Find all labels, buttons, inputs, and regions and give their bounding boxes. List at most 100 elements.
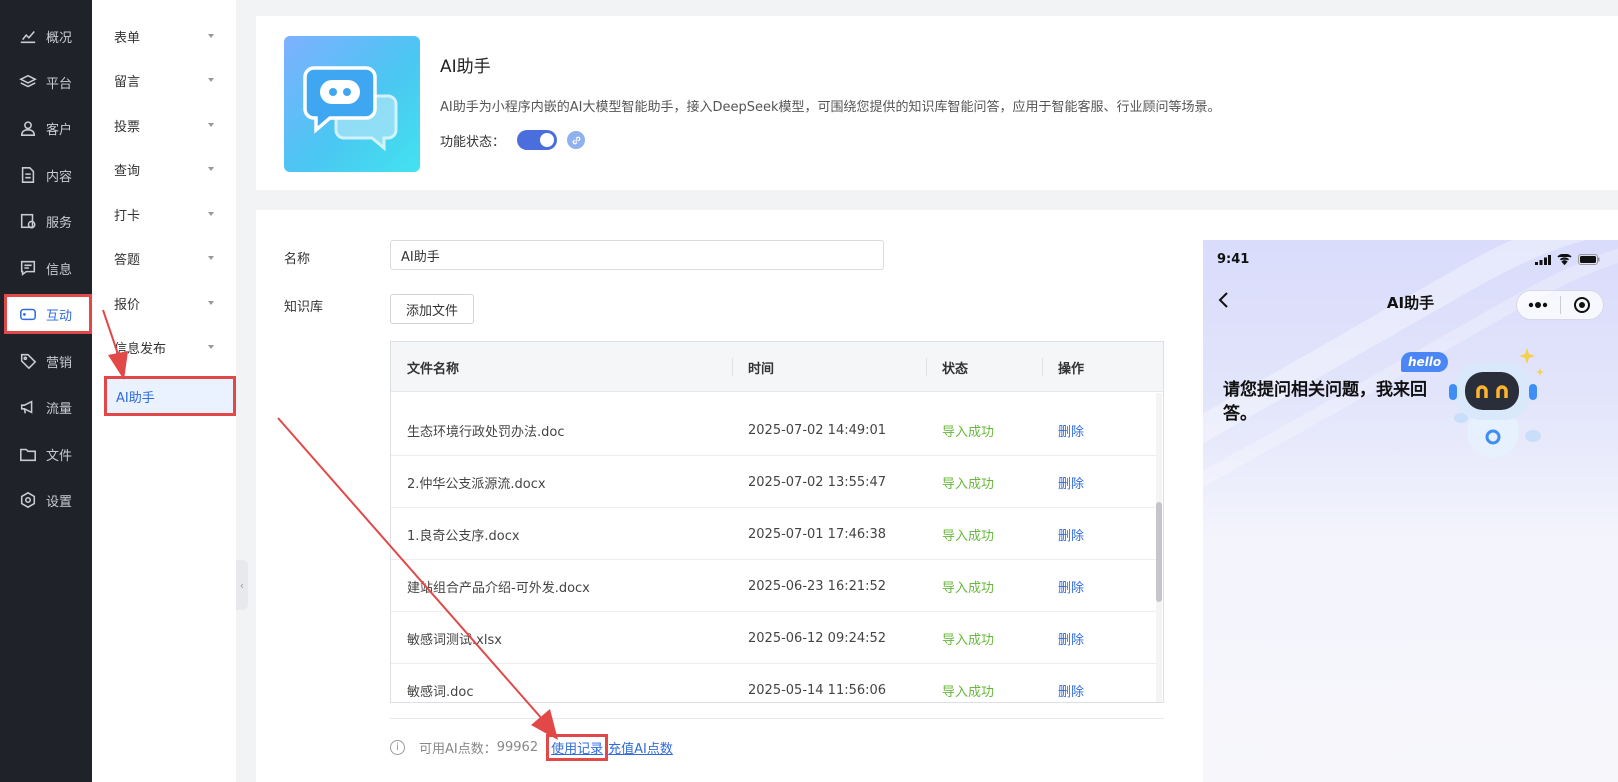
file-name: 1.良奇公支序.docx — [407, 528, 520, 544]
delete-link[interactable]: 删除 — [1058, 508, 1084, 560]
nav-item-label: 客户 — [46, 122, 73, 138]
delete-link[interactable]: 删除 — [1058, 560, 1084, 612]
table-row: 2.仲华公支派源流.docx 2025-07-02 13:55:47 导入成功 … — [391, 456, 1157, 508]
table-row: 生态环境行政处罚办法.doc 2025-07-02 14:49:01 导入成功 … — [391, 404, 1157, 456]
layers-icon — [18, 72, 38, 92]
nav-item-overview[interactable]: 概况 — [0, 16, 92, 56]
chevron-down-icon — [208, 301, 214, 305]
nav-item-customer[interactable]: 客户 — [0, 108, 92, 148]
nav-item-service[interactable]: 服务 — [0, 201, 92, 241]
delete-link[interactable]: 删除 — [1058, 456, 1084, 508]
submenu-item-vote[interactable]: 投票 — [92, 105, 236, 145]
document-icon — [18, 165, 38, 185]
nav-item-label: 概况 — [46, 30, 73, 46]
ai-assistant-logo — [284, 36, 420, 172]
close-mini-program-icon[interactable] — [1561, 296, 1604, 314]
battery-icon — [1578, 254, 1600, 265]
nav-item-label: 互动 — [46, 308, 73, 324]
delete-link[interactable]: 删除 — [1058, 664, 1084, 702]
name-input[interactable] — [390, 240, 884, 270]
nav-item-label: 文件 — [46, 448, 73, 464]
submenu-item-label: 报价 — [114, 297, 141, 313]
table-row: 敏感词.doc 2025-05-14 11:56:06 导入成功 删除 — [391, 664, 1157, 702]
nav-item-label: 服务 — [46, 215, 73, 231]
file-time: 2025-07-02 14:49:01 — [748, 422, 887, 438]
file-time: 2025-06-12 09:24:52 — [748, 630, 887, 646]
submenu-item-quiz[interactable]: 答题 — [92, 238, 236, 278]
ai-points-label: 可用AI点数： — [419, 742, 497, 757]
nav-item-label: 信息 — [46, 262, 73, 278]
file-name: 建站组合产品介绍-可外发.docx — [407, 580, 590, 596]
nav-item-platform[interactable]: 平台 — [0, 62, 92, 102]
nav-item-message[interactable]: 信息 — [0, 248, 92, 288]
table-row: 敏感词测试.xlsx 2025-06-12 09:24:52 导入成功 删除 — [391, 612, 1157, 664]
knowledge-base-label: 知识库 — [284, 300, 324, 315]
delete-link[interactable]: 删除 — [1058, 612, 1084, 664]
submenu-item-form[interactable]: 表单 — [92, 16, 236, 56]
usage-record-link[interactable]: 使用记录 — [546, 734, 609, 761]
link-icon[interactable] — [567, 131, 586, 149]
sub-menu: 表单 留言 投票 查询 打卡 答题 报价 信息发布 AI助手 — [92, 0, 236, 782]
feature-status-row: 功能状态： — [440, 130, 586, 150]
file-time: 2025-07-02 13:55:47 — [748, 474, 887, 490]
wifi-icon — [1557, 254, 1572, 265]
info-icon: i — [390, 740, 405, 755]
submenu-item-label: 投票 — [114, 119, 141, 135]
file-name: 敏感词测试.xlsx — [407, 632, 502, 648]
gamepad-icon — [18, 304, 38, 324]
file-name: 生态环境行政处罚办法.doc — [407, 424, 565, 440]
submenu-item-publish[interactable]: 信息发布 — [92, 327, 236, 367]
feature-status-label: 功能状态： — [440, 134, 506, 150]
submenu-item-label: 答题 — [114, 252, 141, 268]
table-scrollbar-thumb[interactable] — [1156, 502, 1162, 602]
delete-link[interactable]: 删除 — [1058, 404, 1084, 456]
file-time: 2025-07-01 17:46:38 — [748, 526, 887, 542]
chart-line-icon — [18, 26, 38, 46]
nav-item-label: 营销 — [46, 355, 73, 371]
submenu-item-label: 表单 — [114, 30, 141, 46]
user-icon — [18, 118, 38, 138]
status-badge: 导入成功 — [942, 476, 995, 492]
nav-item-files[interactable]: 文件 — [0, 434, 92, 474]
chevron-down-icon — [208, 256, 214, 260]
collapse-sidebar-button[interactable]: ‹ — [236, 560, 248, 610]
nav-item-content[interactable]: 内容 — [0, 155, 92, 195]
mini-program-capsule — [1516, 290, 1604, 320]
chevron-down-icon — [208, 212, 214, 216]
assistant-greeting: 请您提问相关问题，我来回答。 — [1223, 380, 1427, 424]
file-time: 2025-05-14 11:56:06 — [748, 682, 887, 698]
submenu-item-label: 留言 — [114, 74, 141, 90]
column-header-filename: 文件名称 — [407, 361, 460, 377]
status-badge: 导入成功 — [942, 580, 995, 596]
ai-points-value: 99962 — [496, 740, 539, 755]
file-name: 敏感词.doc — [407, 684, 474, 700]
submenu-item-quote[interactable]: 报价 — [92, 283, 236, 323]
megaphone-icon — [18, 397, 38, 417]
nav-item-interaction[interactable]: 互动 — [4, 294, 92, 334]
nav-item-settings[interactable]: 设置 — [0, 480, 92, 520]
submenu-item-label: 信息发布 — [114, 341, 167, 357]
chevron-down-icon — [208, 123, 214, 127]
nav-item-marketing[interactable]: 营销 — [0, 341, 92, 381]
ai-points-row: i 可用AI点数： 99962 使用记录 充值AI点数 — [390, 734, 673, 761]
nav-item-traffic[interactable]: 流量 — [0, 387, 92, 427]
feature-status-toggle[interactable] — [517, 130, 558, 150]
file-name: 2.仲华公支派源流.docx — [407, 476, 546, 492]
submenu-item-query[interactable]: 查询 — [92, 149, 236, 189]
submenu-item-comments[interactable]: 留言 — [92, 60, 236, 100]
robot-mascot-icon — [1449, 348, 1544, 458]
recharge-ai-points-link[interactable]: 充值AI点数 — [608, 738, 673, 757]
more-icon[interactable] — [1517, 302, 1560, 308]
submenu-item-label: AI助手 — [116, 390, 155, 406]
chevron-down-icon — [208, 345, 214, 349]
add-file-button[interactable]: 添加文件 — [390, 294, 474, 324]
submenu-item-checkin[interactable]: 打卡 — [92, 194, 236, 234]
phone-clock: 9:41 — [1217, 252, 1250, 267]
config-card: 名称 知识库 添加文件 文件名称 时间 状态 操作 生态环境行政处罚办法.doc… — [256, 210, 1618, 782]
chevron-down-icon — [208, 34, 214, 38]
submenu-item-ai-assistant[interactable]: AI助手 — [104, 376, 236, 416]
folder-icon — [18, 444, 38, 464]
column-header-time: 时间 — [748, 361, 775, 377]
nav-item-label: 设置 — [46, 494, 73, 510]
message-icon — [18, 258, 38, 278]
